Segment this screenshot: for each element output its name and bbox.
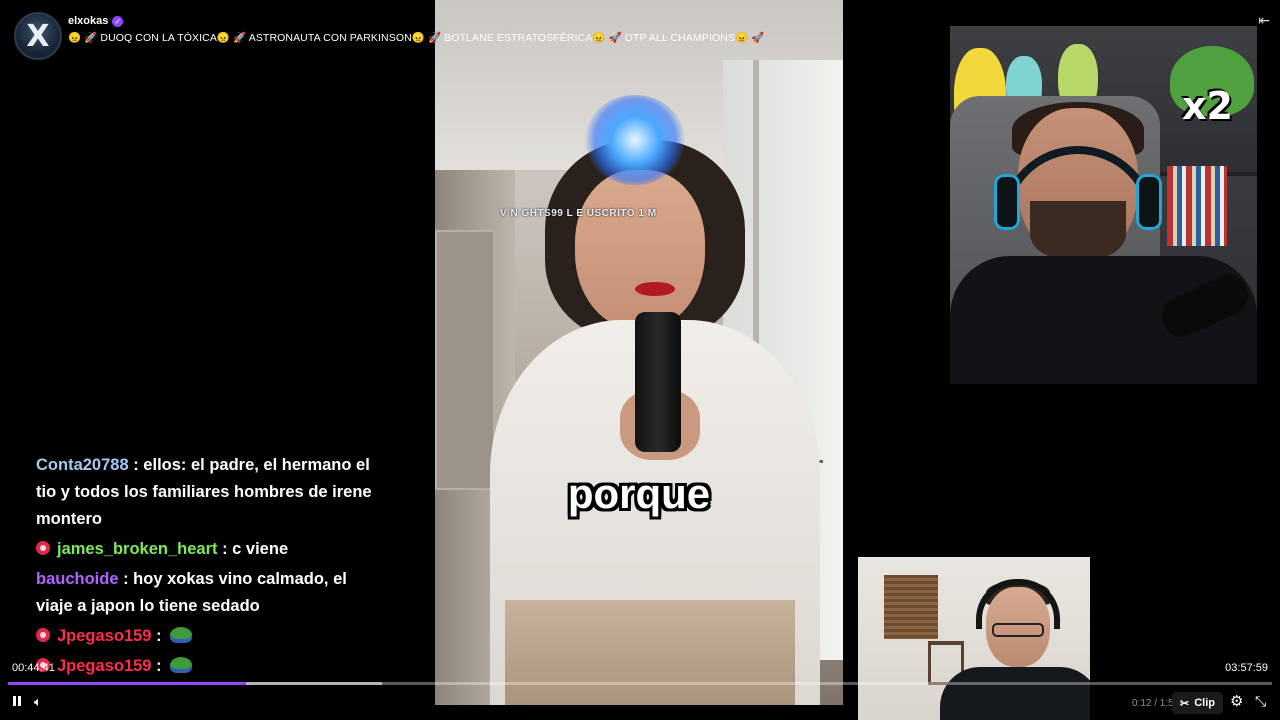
person-lips <box>635 282 675 296</box>
channel-header: X elxokas ✓ 😠 🚀 DUOQ CON LA TÓXICA😠 🚀 AS… <box>14 12 764 60</box>
player-controls: 🔈︎ 0:12 / 1:5 ✂ Clip ⚙ ⤡ <box>0 690 1280 716</box>
video-caption: porque <box>567 470 711 517</box>
blue-effect <box>585 95 685 185</box>
headphone-cup-right <box>1136 174 1162 230</box>
clip-button[interactable]: ✂ Clip <box>1172 692 1223 714</box>
chat-username[interactable]: Jpegaso159 <box>57 627 151 645</box>
chat-message: Conta20788 : ellos: el padre, el hermano… <box>36 452 376 533</box>
pepe-emote-icon <box>170 657 193 673</box>
channel-name[interactable]: elxokas <box>68 15 108 27</box>
person-face <box>575 170 705 330</box>
heart-badge-icon <box>36 628 50 642</box>
channel-meta: elxokas ✓ 😠 🚀 DUOQ CON LA TÓXICA😠 🚀 ASTR… <box>68 15 764 44</box>
streamer-cam: x2 <box>950 26 1257 384</box>
seek-progress <box>8 682 246 685</box>
headphone-cup-left <box>994 174 1020 230</box>
main-video[interactable]: V N GHTS99 L E USCRITO 1 M porque <box>435 0 843 705</box>
video-ticker: V N GHTS99 L E USCRITO 1 M <box>500 208 657 219</box>
stream-title: 😠 🚀 DUOQ CON LA TÓXICA😠 🚀 ASTRONAUTA CON… <box>68 32 765 44</box>
cam-overlay-text: x2 <box>1182 84 1233 128</box>
video-door <box>435 230 495 490</box>
chat-username[interactable]: Conta20788 <box>36 456 129 474</box>
chat-message: Jpegaso159 : <box>36 623 376 650</box>
channel-avatar[interactable]: X <box>14 12 62 60</box>
chat-text: : <box>151 657 167 675</box>
chat-text: : c viene <box>217 540 289 558</box>
channel-row: elxokas ✓ <box>68 15 764 27</box>
avatar-x-logo: X <box>26 18 50 54</box>
chat-text: : <box>151 627 167 645</box>
heart-badge-icon <box>36 541 50 555</box>
seek-bar[interactable] <box>8 682 1272 685</box>
clip-icon: ✂ <box>1180 697 1190 710</box>
settings-gear-icon[interactable]: ⚙ <box>1230 692 1243 710</box>
pepe-emote-icon <box>170 627 193 643</box>
chat-username[interactable]: bauchoide <box>36 570 119 588</box>
fullscreen-exit-icon[interactable]: ⤡ <box>1255 693 1266 710</box>
clip-label: Clip <box>1194 697 1215 709</box>
current-time: 00:44:41 <box>12 662 55 674</box>
total-time: 03:57:59 <box>1225 662 1268 674</box>
chat-message: Jpegaso159 : <box>36 653 376 680</box>
verified-icon: ✓ <box>112 15 124 27</box>
chat-message: james_broken_heart : c viene <box>36 536 376 563</box>
chat-message: bauchoide : hoy xokas vino calmado, el v… <box>36 566 376 620</box>
chat-overlay: Conta20788 : ellos: el padre, el hermano… <box>36 452 376 683</box>
microphone <box>635 312 681 452</box>
volume-icon[interactable]: 🔈︎ <box>34 694 42 710</box>
exit-theatre-icon[interactable]: ⇤ <box>1258 12 1270 29</box>
pause-button[interactable] <box>10 694 24 708</box>
chat-username[interactable]: Jpegaso159 <box>57 657 151 675</box>
bookshelf <box>1167 166 1227 246</box>
chat-username[interactable]: james_broken_heart <box>57 540 218 558</box>
window-blind <box>884 575 938 639</box>
clip-time: 0:12 / 1:5 <box>1132 698 1174 709</box>
